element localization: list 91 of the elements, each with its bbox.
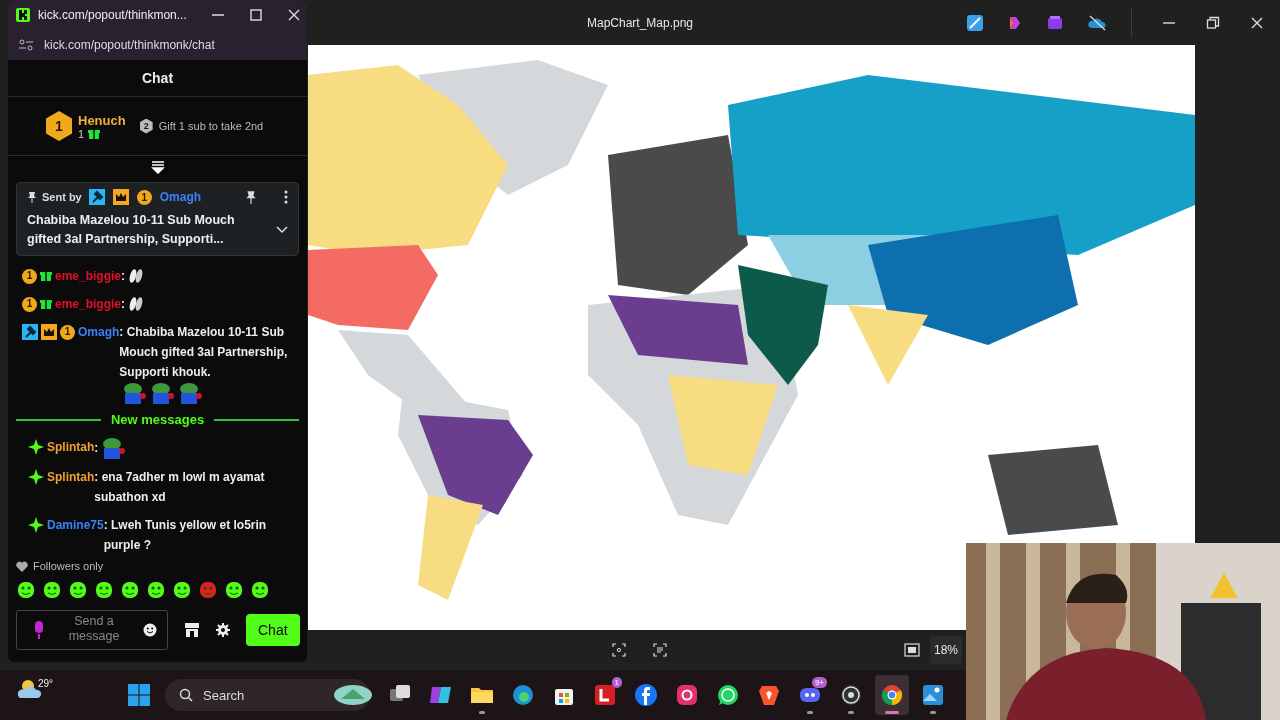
message-text: : ena 7adher m lowl m ayamat subathon xd bbox=[94, 469, 266, 506]
emoji-icon[interactable] bbox=[143, 623, 157, 637]
message-text: : Chabiba Mazelou 10-11 Sub Mouch gifted 3al Partnership, Supporti khouk. bbox=[119, 324, 289, 381]
chat-bubble-icon bbox=[716, 683, 740, 707]
more-options-icon[interactable] bbox=[284, 190, 288, 204]
sparkle-icon bbox=[28, 469, 44, 485]
window-title: kick.com/popout/thinkmon... bbox=[38, 8, 187, 22]
emote-icon[interactable] bbox=[172, 580, 192, 600]
text-scan-icon[interactable] bbox=[653, 643, 667, 657]
start-icon[interactable] bbox=[128, 684, 150, 706]
visual-search-icon[interactable] bbox=[612, 643, 626, 657]
pinned-message-text: Chabiba Mazelou 10-11 Sub Mouch gifted 3al Partnership, Supporti... bbox=[27, 212, 236, 248]
emote-icon[interactable] bbox=[16, 580, 36, 600]
notification-badge: 1 bbox=[611, 677, 622, 688]
gift-icon bbox=[40, 298, 52, 310]
heart-icon bbox=[16, 560, 28, 572]
gift-count: 1 bbox=[78, 127, 85, 140]
image-edit-icon[interactable] bbox=[967, 14, 983, 31]
clip-editor-icon[interactable] bbox=[1047, 14, 1063, 31]
username[interactable]: Omagh bbox=[159, 190, 202, 204]
rank-badge: 1 bbox=[136, 189, 152, 205]
pin-icon[interactable] bbox=[245, 190, 257, 204]
new-messages-divider: New messages bbox=[110, 412, 205, 427]
emote-icon[interactable] bbox=[68, 580, 88, 600]
app-tile-icon bbox=[593, 683, 617, 707]
chat-heading: Chat bbox=[141, 70, 174, 86]
temperature: 29° bbox=[38, 678, 54, 689]
site-settings-icon[interactable] bbox=[18, 38, 34, 52]
record-app-icon bbox=[839, 683, 863, 707]
followers-only-label: Followers only bbox=[33, 560, 104, 572]
close-icon[interactable] bbox=[286, 8, 301, 22]
search-field[interactable]: Search bbox=[165, 679, 370, 711]
leaderboard-hint: Gift 1 sub to take 2nd bbox=[158, 120, 264, 132]
message-text: : Lweh Tunis yellow et lo5rin purple ? bbox=[103, 517, 268, 554]
copilot-icon[interactable] bbox=[1007, 14, 1023, 31]
close-icon[interactable] bbox=[1250, 15, 1264, 30]
window-title: MapChart_Map.png bbox=[586, 15, 694, 30]
browser-circle-icon bbox=[880, 683, 904, 707]
message-input[interactable]: Send a message bbox=[53, 614, 135, 646]
chat-send-button[interactable]: Chat bbox=[246, 614, 300, 646]
emote-icon[interactable] bbox=[224, 580, 244, 600]
taskbar-app[interactable]: 9+ bbox=[793, 675, 827, 715]
collapse-icon[interactable] bbox=[150, 160, 165, 174]
emote-icon[interactable] bbox=[120, 580, 140, 600]
sent-by-label: Sent by bbox=[42, 191, 82, 203]
search-input[interactable]: Search bbox=[201, 686, 325, 704]
kick-logo-icon bbox=[16, 8, 30, 22]
browser-icon bbox=[511, 683, 535, 707]
gift-icon bbox=[40, 270, 52, 282]
message-text: : bbox=[94, 440, 99, 457]
pin-icon bbox=[27, 191, 37, 203]
search-highlight-icon[interactable] bbox=[333, 684, 373, 706]
search-icon bbox=[179, 688, 193, 702]
settings-icon[interactable] bbox=[216, 623, 230, 637]
restore-icon[interactable] bbox=[1206, 15, 1220, 30]
leader-name: Henuch bbox=[78, 112, 126, 128]
frog-emote-icon bbox=[100, 437, 127, 459]
emote-icon[interactable] bbox=[146, 580, 166, 600]
microphone-icon[interactable] bbox=[33, 621, 45, 639]
message-text: : bbox=[121, 296, 126, 313]
crown-icon bbox=[112, 189, 129, 205]
social-circle-icon bbox=[634, 683, 658, 707]
emote-icon[interactable] bbox=[42, 580, 62, 600]
taskbar-app[interactable] bbox=[875, 675, 909, 715]
camera-icon bbox=[675, 683, 699, 707]
sparkle-icon bbox=[28, 439, 44, 455]
gift-icon bbox=[88, 127, 101, 140]
frog-emote-icon bbox=[177, 382, 204, 404]
rank-badge: 1 bbox=[22, 268, 37, 284]
message-input-field[interactable]: Send a message bbox=[16, 610, 168, 650]
taskbar-app[interactable]: 1 bbox=[588, 675, 622, 715]
emote-icon[interactable] bbox=[250, 580, 270, 600]
zoom-level-button[interactable]: 18% bbox=[929, 636, 962, 664]
frog-emote-icon bbox=[149, 382, 176, 404]
sparkle-icon bbox=[28, 517, 44, 533]
store-icon[interactable] bbox=[184, 622, 200, 638]
username[interactable]: Damine75 bbox=[47, 515, 104, 535]
crown-icon bbox=[41, 324, 57, 340]
rank-badge: 1 bbox=[22, 296, 37, 312]
cloud-off-icon[interactable] bbox=[1087, 14, 1107, 31]
hammer-icon bbox=[22, 324, 38, 340]
message-text: : bbox=[121, 268, 126, 285]
photos-icon bbox=[921, 683, 945, 707]
fit-to-window-icon[interactable] bbox=[903, 643, 920, 657]
rank-badge: 1 bbox=[60, 324, 75, 340]
notification-badge: 9+ bbox=[811, 677, 827, 688]
frog-emote-icon bbox=[121, 382, 148, 404]
hammer-icon bbox=[88, 189, 105, 205]
chevron-down-icon[interactable] bbox=[276, 226, 288, 234]
maximize-icon[interactable] bbox=[248, 8, 263, 22]
emote-icon[interactable] bbox=[94, 580, 114, 600]
